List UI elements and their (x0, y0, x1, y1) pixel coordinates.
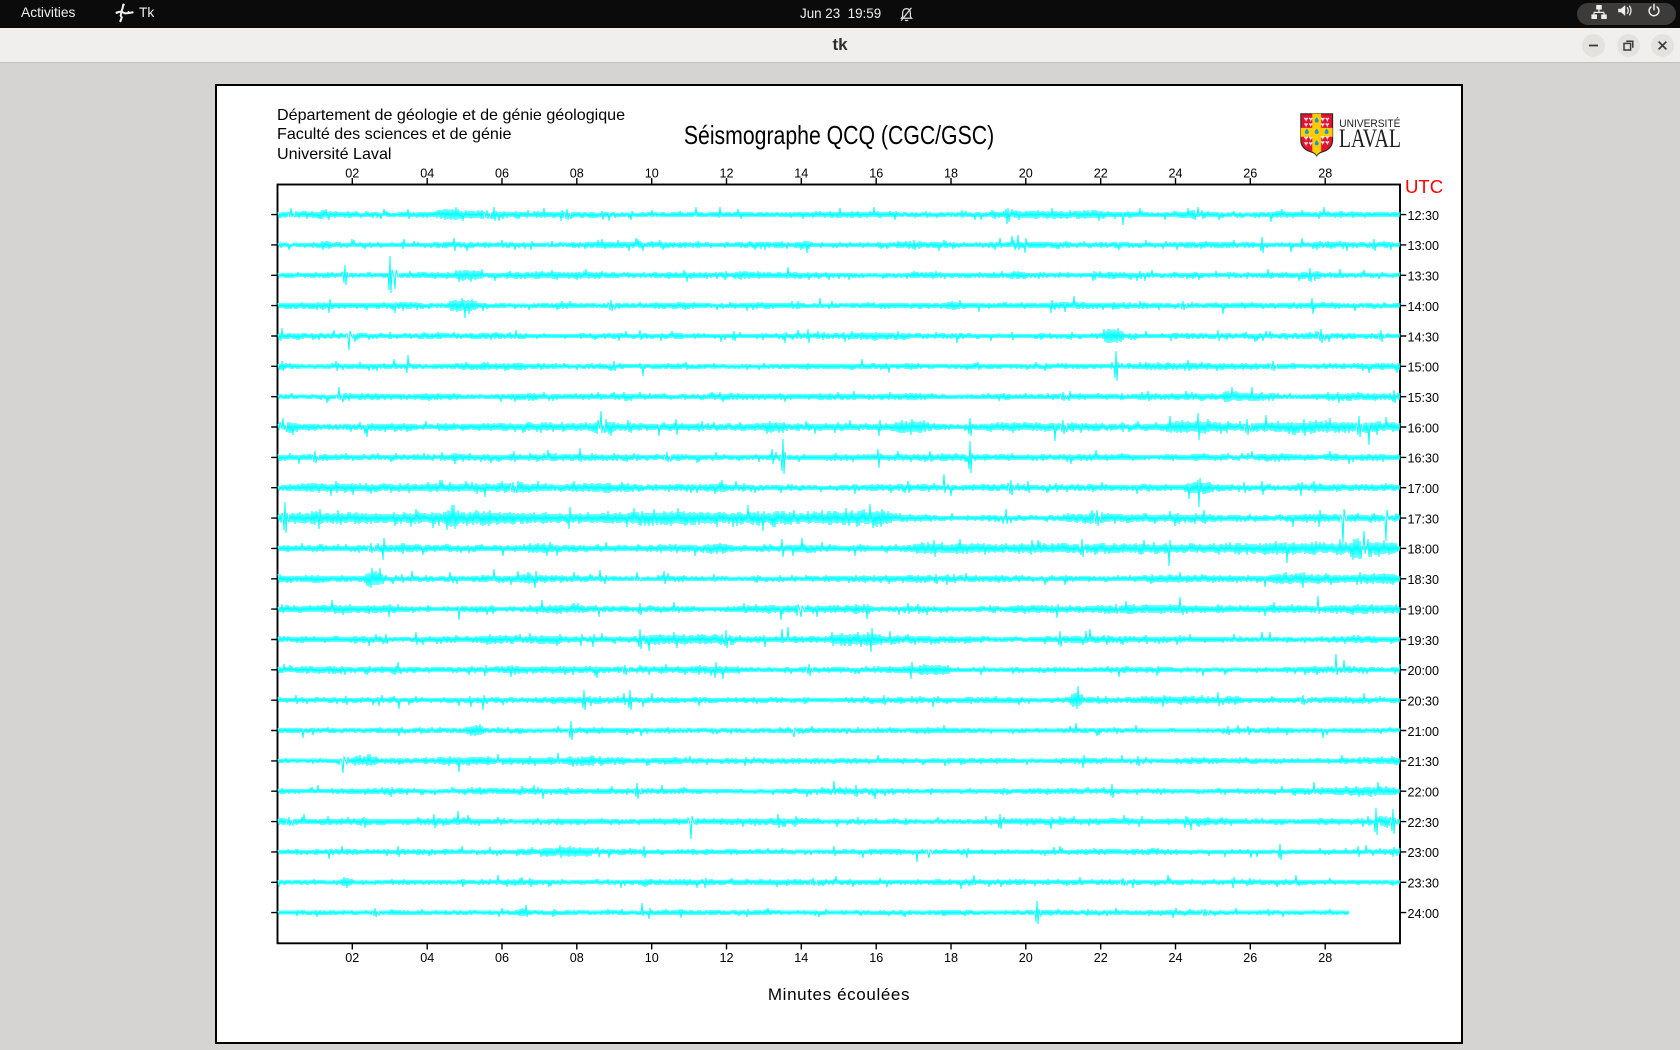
svg-text:LAVAL: LAVAL (1339, 124, 1401, 152)
